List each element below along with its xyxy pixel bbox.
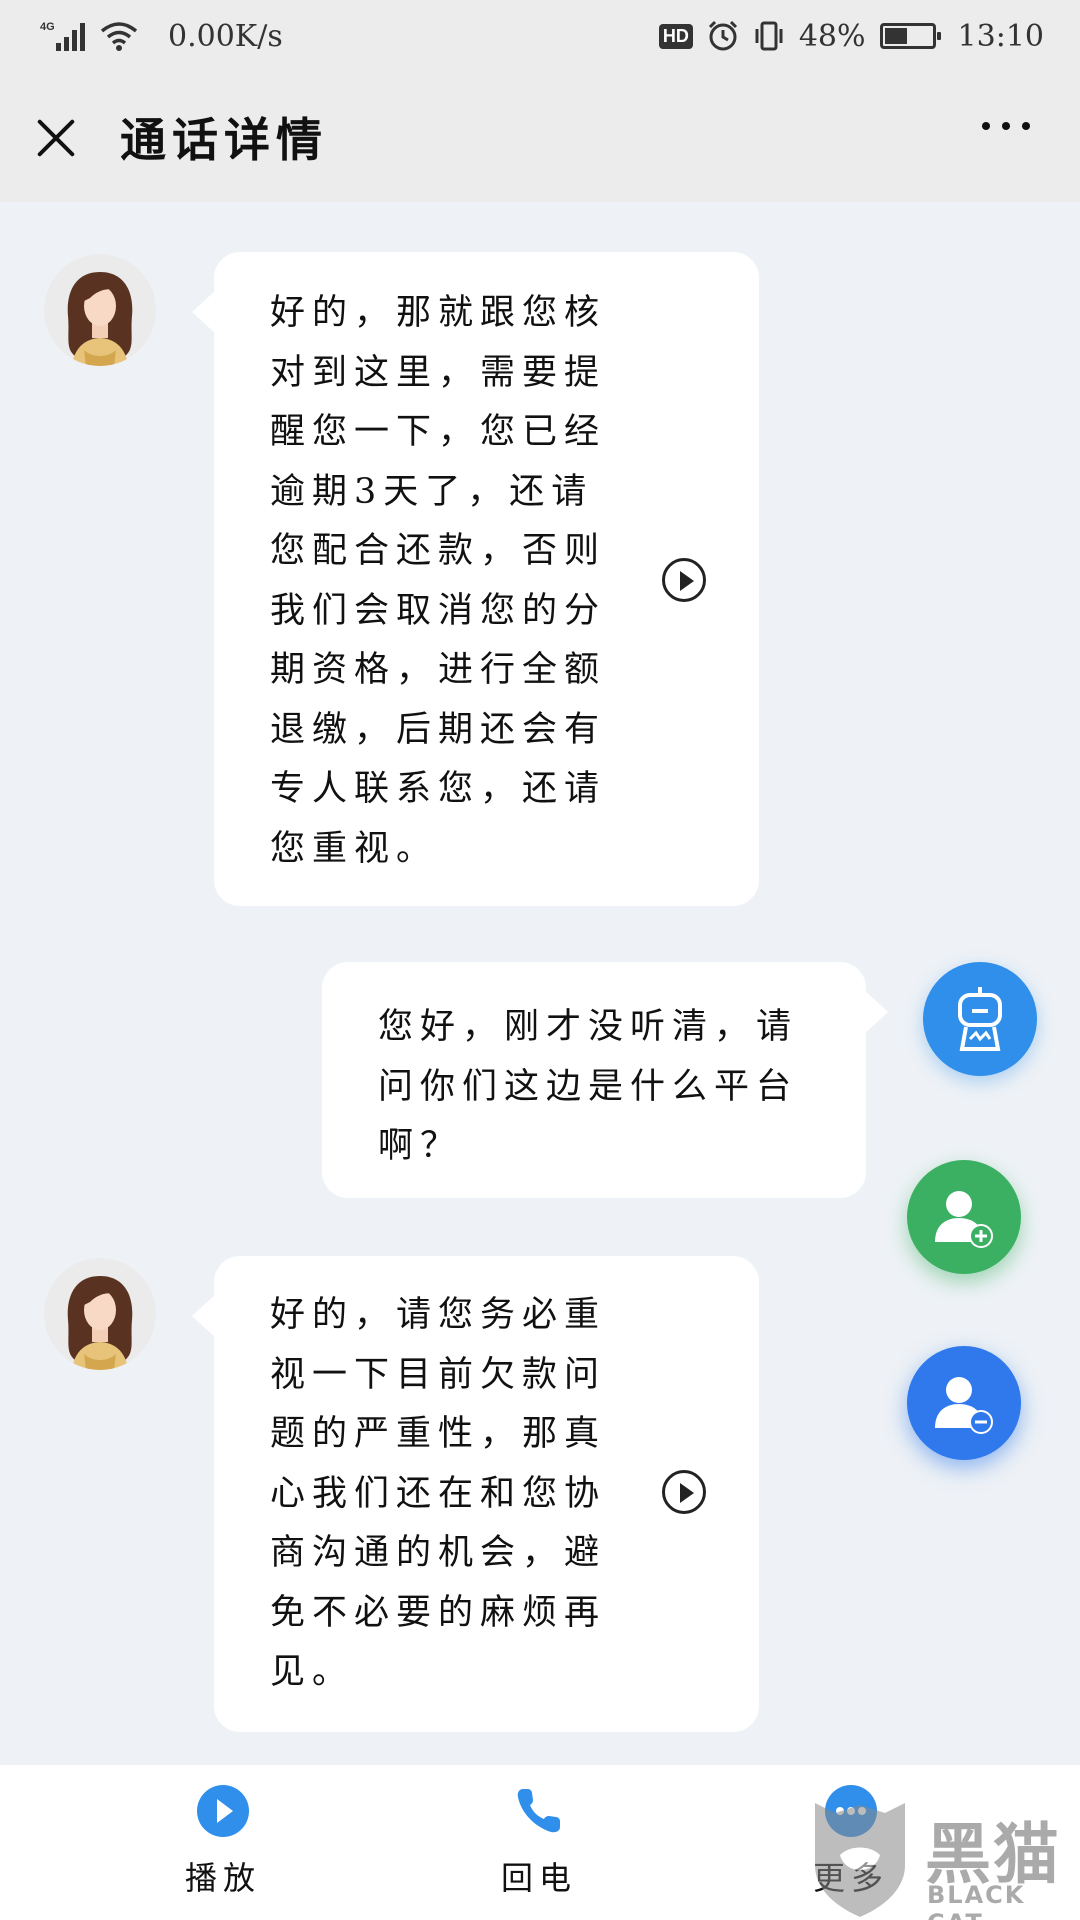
signal-icon: 4G — [40, 19, 86, 53]
play-audio-icon[interactable] — [662, 1470, 706, 1514]
play-button[interactable]: 播放 — [148, 1783, 298, 1899]
network-speed: 0.00K/s — [168, 18, 283, 54]
close-button[interactable] — [34, 115, 78, 159]
phone-icon — [511, 1783, 567, 1839]
black-cat-watermark: 黑猫 BLACK CAT — [805, 1795, 1080, 1920]
status-left: 4G 0.00K/s — [40, 19, 283, 54]
header: 通话详情 — [0, 72, 1080, 202]
black-cat-shield-icon — [815, 1803, 905, 1917]
call-back-button[interactable]: 回电 — [464, 1783, 614, 1899]
clock-time: 13:10 — [957, 18, 1044, 54]
dot-icon — [1002, 122, 1010, 130]
play-audio-icon[interactable] — [662, 558, 706, 602]
message-bubble-incoming: 好的，那就跟您核对到这里，需要提醒您一下，您已经逾期3天了，还请您配合还款，否则… — [192, 252, 759, 906]
message-bubble-incoming: 好的，请您务必重视一下目前欠款问题的严重性，那真心我们还在和您协商沟通的机会，避… — [192, 1256, 759, 1732]
status-bar: 4G 0.00K/s HD 48% 13:10 — [0, 0, 1080, 72]
add-user-icon — [935, 1191, 993, 1248]
message-bubble-outgoing: 您好，刚才没听清，请问你们这边是什么平台啊？ — [322, 962, 888, 1198]
woman-avatar-icon — [67, 1276, 133, 1370]
add-contact-button[interactable] — [907, 1160, 1021, 1274]
robot-avatar-button[interactable] — [923, 962, 1037, 1076]
avatar[interactable] — [44, 254, 156, 366]
play-label: 播放 — [184, 1859, 261, 1897]
dot-icon — [1022, 122, 1030, 130]
alarm-icon — [707, 20, 739, 52]
play-icon — [195, 1783, 251, 1839]
battery-icon — [879, 23, 941, 49]
avatar[interactable] — [44, 1258, 156, 1370]
watermark-subtitle: BLACK CAT — [927, 1881, 1026, 1920]
network-type: 4G — [40, 21, 55, 33]
message-text: 好的，请您务必重视一下目前欠款问题的严重性，那真心我们还在和您协商沟通的机会，避… — [270, 1295, 607, 1692]
remove-user-icon — [935, 1377, 993, 1434]
hd-badge: HD — [658, 23, 693, 49]
battery-level — [884, 28, 907, 44]
more-options-button[interactable] — [982, 122, 1030, 130]
dot-icon — [982, 122, 990, 130]
page-title: 通话详情 — [120, 113, 328, 167]
remove-contact-button[interactable] — [907, 1346, 1021, 1460]
message-text: 好的，那就跟您核对到这里，需要提醒您一下，您已经逾期3天了，还请您配合还款，否则… — [270, 293, 607, 869]
robot-icon — [958, 987, 1002, 1051]
message-text: 您好，刚才没听清，请问你们这边是什么平台啊？ — [378, 1007, 799, 1166]
battery-percent: 48% — [798, 18, 866, 54]
wifi-icon — [100, 20, 138, 52]
woman-avatar-icon — [67, 272, 133, 366]
status-right: HD 48% 13:10 — [658, 18, 1044, 54]
callback-label: 回电 — [500, 1859, 577, 1897]
vibrate-icon — [753, 20, 785, 52]
